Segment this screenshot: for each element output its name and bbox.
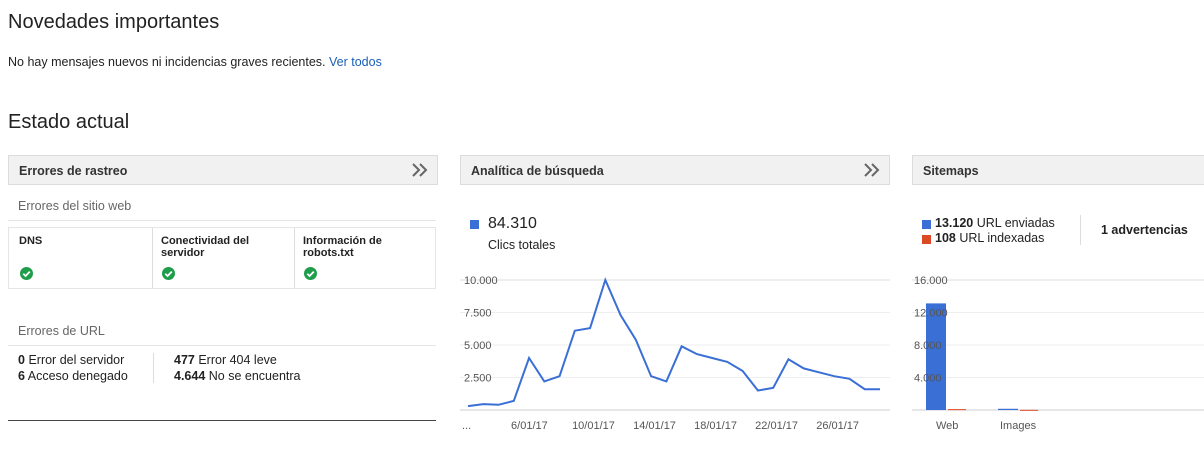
x-tick-label: 6/01/17 [511,420,548,432]
warnings-count[interactable]: 1 advertencias [1101,223,1188,237]
url-error-label: Acceso denegado [27,369,128,383]
site-errors-title: Errores del sitio web [18,199,132,213]
x-tick-label: Images [1000,420,1037,432]
x-tick-label: 14/01/17 [633,420,676,432]
url-error-server[interactable]: 0 Error del servidor [18,353,124,367]
indexed-legend-swatch [922,235,931,244]
clicks-legend-swatch [470,220,479,229]
sitemaps-header[interactable]: Sitemaps [912,155,1204,185]
clicks-series-line [467,277,880,408]
bar[interactable] [1020,409,1038,411]
url-error-access-denied[interactable]: 6 Acceso denegado [18,369,128,383]
total-clicks-label: Clics totales [488,238,556,252]
sitemaps-indexed: 108 URL indexadas [935,231,1044,245]
divider [8,220,436,221]
news-title: Novedades importantes [8,11,220,33]
news-message: No hay mensajes nuevos ni incidencias gr… [8,55,326,69]
total-clicks-value: 84.310 [488,215,537,232]
x-tick-label: 22/01/17 [755,420,798,432]
y-tick-label: 4.000 [914,373,942,385]
sitemaps-sent: 13.120 URL enviadas [935,216,1055,230]
url-error-label: Error del servidor [28,353,125,367]
clicks-line-chart: 10.000 7.500 5.000 2.500 ... 6/01/17 10/01/17… [460,275,890,432]
url-error-count: 0 [18,353,25,367]
news-message-row: No hay mensajes nuevos ni incidencias gr… [8,55,382,69]
x-tick-label: 26/01/17 [816,420,859,432]
indexed-label: URL indexadas [959,231,1045,245]
site-errors-grid: DNS Conectividad del servidor Informació… [8,227,436,289]
card-bottom-rule [8,420,436,421]
sitemaps-title: Sitemaps [923,164,979,178]
x-tick-label: 10/01/17 [572,420,615,432]
url-errors-title: Errores de URL [18,324,105,338]
check-circle-icon [304,267,317,280]
y-tick-label: 7.500 [464,308,492,320]
url-error-label: Error 404 leve [198,353,277,367]
check-circle-icon [162,267,175,280]
search-analytics-title: Analítica de búsqueda [471,164,604,178]
divider [153,353,154,383]
y-tick-label: 12.000 [914,308,948,320]
x-tick-label: 18/01/17 [694,420,737,432]
y-tick-label: 5.000 [464,340,492,352]
check-circle-icon [20,267,33,280]
sitemaps-bar-chart: 16.000 12.000 8.000 4.000 Web Images [912,275,1204,432]
search-analytics-header[interactable]: Analítica de búsqueda [460,155,890,185]
double-chevron-right-icon[interactable] [863,161,881,179]
crawl-errors-header[interactable]: Errores de rastreo [8,155,438,185]
url-error-not-found[interactable]: 4.644 No se encuentra [174,369,301,383]
indexed-count: 108 [935,231,956,245]
divider [1080,215,1081,245]
y-tick-label: 8.000 [914,340,942,352]
y-tick-label: 10.000 [464,275,498,287]
status-title: Estado actual [8,111,130,133]
y-tick-label: 2.500 [464,373,492,385]
url-error-soft-404[interactable]: 477 Error 404 leve [174,353,277,367]
divider [8,345,436,346]
bar[interactable] [948,409,966,411]
y-tick-label: 16.000 [914,275,948,287]
bar[interactable] [998,408,1018,410]
crawl-errors-title: Errores de rastreo [19,164,128,178]
url-error-count: 6 [18,369,25,383]
url-error-count: 477 [174,353,195,367]
sent-label: URL enviadas [976,216,1055,230]
divider [294,228,295,288]
x-tick-label: Web [936,420,958,432]
sent-legend-swatch [922,220,931,229]
double-chevron-right-icon[interactable] [411,161,429,179]
robots-txt-label[interactable]: Información de robots.txt [303,235,423,259]
url-error-count: 4.644 [174,369,206,383]
server-connectivity-label[interactable]: Conectividad del servidor [161,235,281,259]
view-all-link[interactable]: Ver todos [329,55,382,69]
x-tick-label: ... [462,420,471,432]
url-error-label: No se encuentra [208,369,301,383]
sent-count: 13.120 [935,216,974,230]
dns-label[interactable]: DNS [19,235,139,247]
divider [152,228,153,288]
